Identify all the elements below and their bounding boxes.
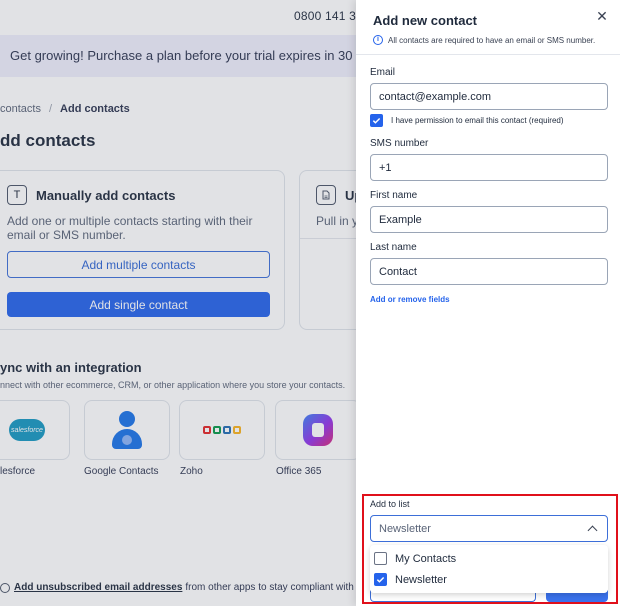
first-name-field[interactable]: Example [370,206,608,233]
email-field[interactable]: contact@example.com [370,83,608,110]
sms-field[interactable]: +1 [370,154,608,181]
permission-checkbox-row[interactable]: I have permission to email this contact … [370,114,564,127]
last-name-field[interactable]: Contact [370,258,608,285]
close-icon[interactable]: ✕ [594,8,610,24]
info-icon: i [373,35,383,45]
sms-label: SMS number [370,138,429,149]
drawer-title: Add new contact [373,13,478,28]
email-label: Email [370,67,396,78]
last-name-label: Last name [370,242,417,253]
permission-label: I have permission to email this contact … [391,116,564,125]
drawer-note: i All contacts are required to have an e… [373,35,595,45]
drawer-note-text: All contacts are required to have an ema… [388,35,596,45]
highlight-box [362,494,618,604]
first-name-label: First name [370,190,418,201]
drawer-divider [356,54,620,55]
permission-checkbox[interactable] [370,114,383,127]
add-remove-fields-link[interactable]: Add or remove fields [370,295,450,304]
